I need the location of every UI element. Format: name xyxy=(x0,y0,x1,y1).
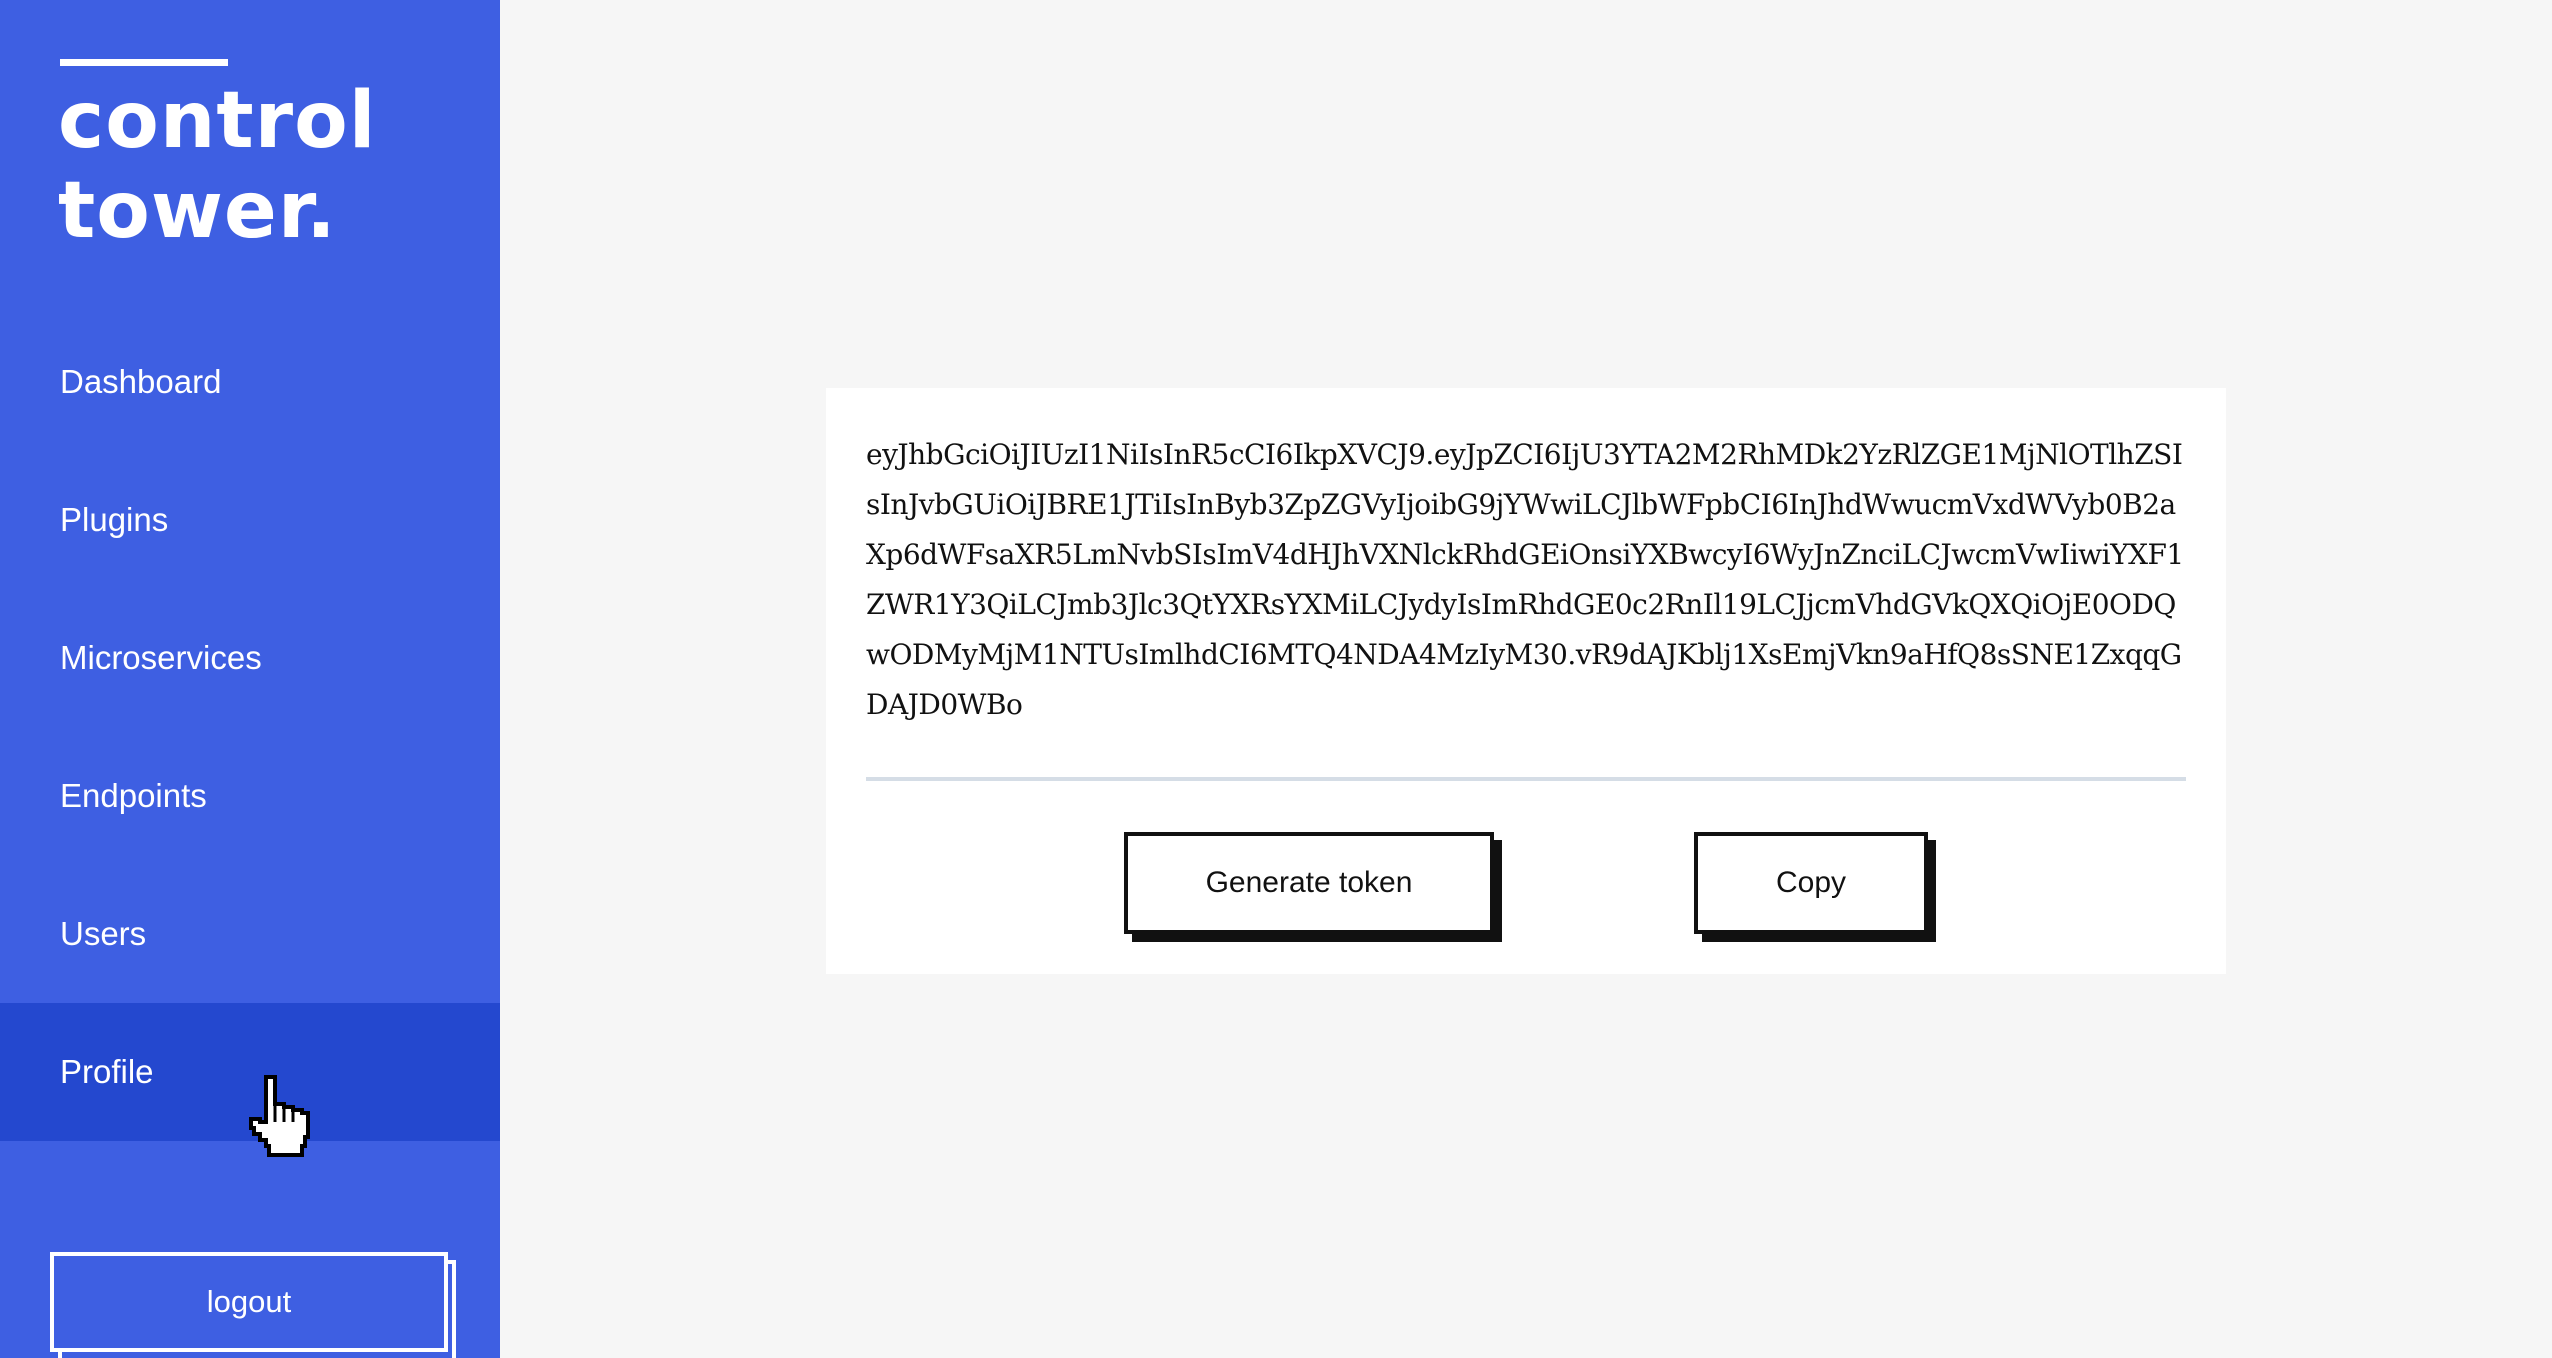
logout-button[interactable]: logout xyxy=(50,1252,448,1352)
sidebar-item-label: Dashboard xyxy=(60,363,222,400)
token-text[interactable]: eyJhbGciOiJIUzI1NiIsInR5cCI6IkpXVCJ9.eyJ… xyxy=(866,430,2191,730)
logo-line-1: control xyxy=(58,76,377,166)
sidebar-item-microservices[interactable]: Microservices xyxy=(0,589,500,727)
sidebar-item-endpoints[interactable]: Endpoints xyxy=(0,727,500,865)
sidebar-item-label: Profile xyxy=(60,1053,154,1090)
sidebar: control tower. Dashboard Plugins Microse… xyxy=(0,0,500,1358)
sidebar-item-label: Microservices xyxy=(60,639,262,676)
sidebar-item-label: Plugins xyxy=(60,501,169,538)
sidebar-item-dashboard[interactable]: Dashboard xyxy=(0,313,500,451)
sidebar-item-label: Endpoints xyxy=(60,777,207,814)
token-card: eyJhbGciOiJIUzI1NiIsInR5cCI6IkpXVCJ9.eyJ… xyxy=(826,388,2226,974)
hand-pointer-icon xyxy=(249,1075,310,1157)
generate-token-button-face[interactable]: Generate token xyxy=(1124,832,1494,934)
divider xyxy=(866,777,2186,781)
logo-line-2: tower. xyxy=(58,166,337,256)
logout-button-wrapper: logout xyxy=(50,1252,458,1358)
sidebar-item-label: Users xyxy=(60,915,147,952)
sidebar-item-plugins[interactable]: Plugins xyxy=(0,451,500,589)
logo-bar xyxy=(60,59,228,66)
generate-token-button[interactable]: Generate token xyxy=(1124,832,1502,942)
sidebar-item-users[interactable]: Users xyxy=(0,865,500,1003)
copy-button-face[interactable]: Copy xyxy=(1694,832,1928,934)
app: control tower. Dashboard Plugins Microse… xyxy=(0,0,2552,1358)
copy-button[interactable]: Copy xyxy=(1694,832,1936,942)
logo[interactable]: control tower. xyxy=(58,76,376,256)
